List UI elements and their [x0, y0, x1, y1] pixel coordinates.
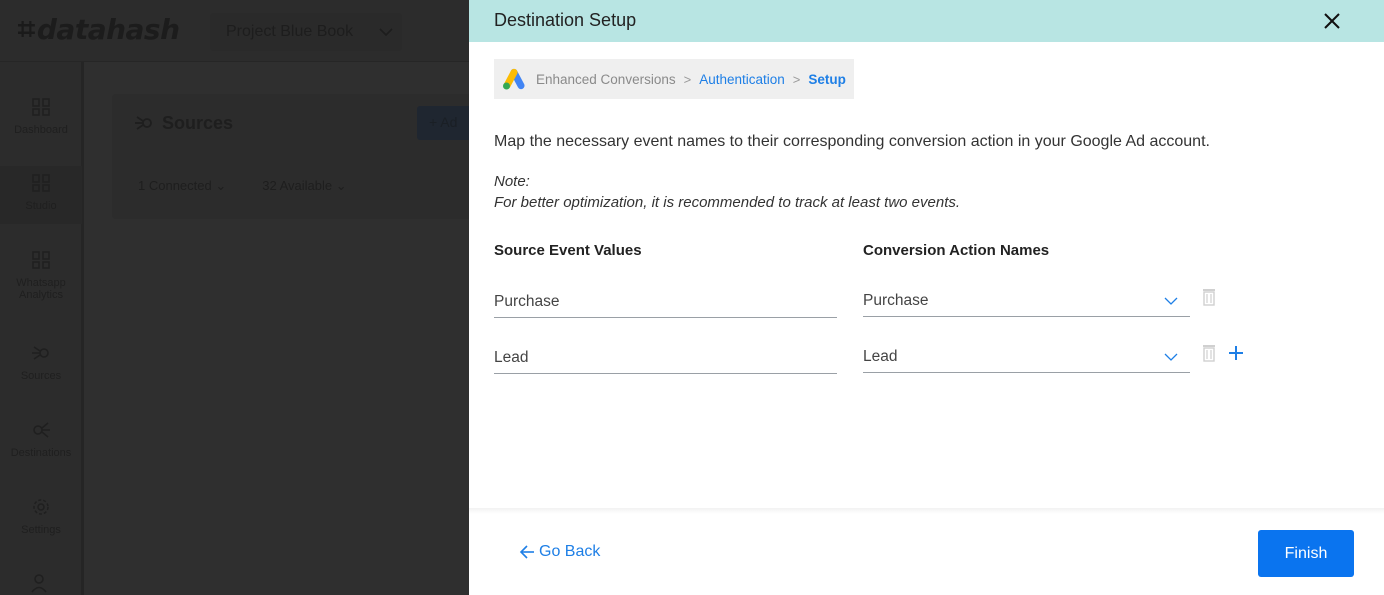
conversion-column-header: Conversion Action Names [863, 242, 1050, 259]
destinations-icon [33, 422, 50, 438]
conversion-action-value: Purchase [863, 291, 929, 309]
sidebar-item-label: Whatsapp Analytics [16, 277, 66, 301]
sidebar-item-label: Studio [25, 200, 57, 212]
tab-available[interactable]: 32 Available ⌄ [262, 178, 346, 194]
drawer-header: Destination Setup [469, 0, 1384, 42]
tab-label: 1 Connected [138, 178, 212, 193]
gear-icon [33, 499, 49, 515]
note-text: For better optimization, it is recommend… [494, 194, 961, 211]
project-selector[interactable]: Project Blue Book [210, 13, 402, 51]
drawer-title: Destination Setup [494, 10, 637, 30]
breadcrumb-authentication[interactable]: Authentication [699, 72, 785, 87]
users-icon [31, 574, 47, 593]
source-event-field[interactable] [494, 344, 837, 374]
project-name: Project Blue Book [226, 23, 354, 40]
breadcrumb: Enhanced Conversions > Authentication > … [494, 59, 854, 99]
note-label: Note: [494, 173, 530, 190]
source-column-header: Source Event Values [494, 242, 642, 259]
sources-title: Sources [132, 112, 233, 134]
chevron-down-icon [1164, 297, 1178, 305]
footer-divider [469, 508, 1384, 514]
intro-text: Map the necessary event names to their c… [494, 133, 1210, 150]
go-back-label: Go Back [539, 543, 601, 560]
sidebar-item-settings[interactable]: Settings [0, 496, 82, 536]
sidebar-item-label: Settings [21, 524, 61, 536]
logo-text: datahash [36, 13, 180, 46]
chevron-right-icon: > [683, 71, 692, 87]
go-back-button[interactable]: Go Back [519, 543, 600, 561]
datahash-logo: ⌗ datahash [18, 12, 180, 48]
sources-icon [135, 116, 152, 130]
tab-label: 32 Available [262, 178, 333, 193]
breadcrumb-setup: Setup [808, 71, 846, 87]
conversion-action-select[interactable]: Lead [863, 341, 1190, 373]
grid-icon [32, 251, 50, 269]
sidebar: Dashboard Studio Whatsapp Analytics Sour… [0, 62, 84, 595]
chevron-down-icon [379, 24, 393, 40]
sources-card: Sources + Ad 1 Connected ⌄ 32 Available … [112, 94, 512, 219]
finish-button[interactable]: Finish [1258, 530, 1354, 577]
sidebar-item-label: Destinations [10, 447, 72, 459]
grid-icon [32, 98, 50, 116]
sidebar-item-dashboard[interactable]: Dashboard [0, 96, 82, 136]
conversion-action-value: Lead [863, 347, 898, 365]
conversion-action-select[interactable]: Purchase [863, 285, 1190, 317]
chevron-down-icon [1164, 353, 1178, 361]
sources-tabs: 1 Connected ⌄ 32 Available ⌄ [138, 178, 347, 194]
sources-title-text: Sources [162, 112, 234, 133]
source-event-input[interactable] [494, 344, 837, 372]
source-event-field[interactable] [494, 288, 837, 318]
sidebar-item-studio[interactable]: Studio [0, 166, 82, 224]
sidebar-item-sources[interactable]: Sources [0, 342, 82, 382]
destination-setup-drawer: Destination Setup Enhanced Conversions >… [469, 0, 1384, 595]
tab-connected[interactable]: 1 Connected ⌄ [138, 178, 226, 194]
sidebar-item-users[interactable] [0, 572, 82, 595]
sidebar-item-label: Dashboard [14, 124, 68, 136]
arrow-left-icon [519, 545, 534, 559]
breadcrumb-enhanced-conversions[interactable]: Enhanced Conversions [536, 72, 676, 87]
sidebar-item-whatsapp-analytics[interactable]: Whatsapp Analytics [0, 249, 82, 301]
plus-icon[interactable] [1228, 345, 1244, 361]
google-ads-icon [503, 68, 525, 90]
sidebar-item-destinations[interactable]: Destinations [0, 419, 82, 459]
logo-mark-icon: ⌗ [18, 12, 35, 47]
trash-icon[interactable] [1201, 287, 1217, 307]
chevron-right-icon: > [792, 71, 801, 87]
close-icon[interactable] [1321, 10, 1343, 32]
grid-icon [32, 174, 50, 192]
sources-icon [32, 346, 49, 360]
trash-icon[interactable] [1201, 343, 1217, 363]
source-event-input[interactable] [494, 288, 837, 316]
sidebar-item-label: Sources [20, 370, 62, 382]
